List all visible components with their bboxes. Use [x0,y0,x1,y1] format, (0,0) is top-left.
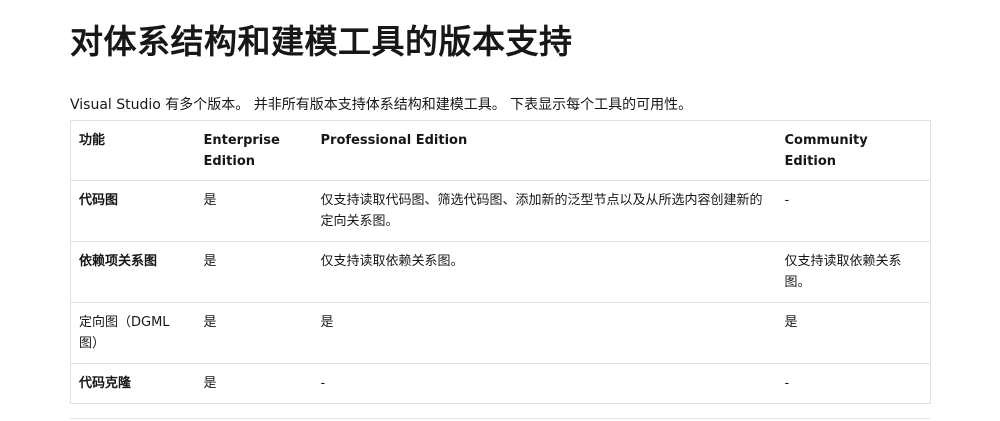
enterprise-cell: 是 [195,302,313,364]
section-divider [70,418,930,419]
feature-cell: 依赖项关系图 [70,241,196,303]
header-enterprise: Enterprise Edition [195,120,313,181]
header-professional: Professional Edition [312,120,777,181]
intro-paragraph: Visual Studio 有多个版本。 并非所有版本支持体系结构和建模工具。 … [70,97,693,113]
table-row: 依赖项关系图 是 仅支持读取依赖关系图。 仅支持读取依赖关系图。 [70,241,931,303]
community-cell: - [776,363,931,404]
professional-cell: 是 [312,302,777,364]
enterprise-cell: 是 [195,363,313,404]
edition-support-table: 功能 Enterprise Edition Professional Editi… [70,120,931,404]
community-cell: 仅支持读取依赖关系图。 [776,241,931,303]
enterprise-cell: 是 [195,241,313,303]
header-community: Community Edition [776,120,931,181]
professional-cell: 仅支持读取代码图、筛选代码图、添加新的泛型节点以及从所选内容创建新的定向关系图。 [312,180,777,242]
table-row: 定向图（DGML 图） 是 是 是 [70,302,931,364]
table-row: 代码克隆 是 - - [70,363,931,404]
professional-cell: 仅支持读取依赖关系图。 [312,241,777,303]
feature-cell: 代码图 [70,180,196,242]
table-row: 代码图 是 仅支持读取代码图、筛选代码图、添加新的泛型节点以及从所选内容创建新的… [70,180,931,242]
community-cell: - [776,180,931,242]
professional-cell: - [312,363,777,404]
feature-cell: 代码克隆 [70,363,196,404]
enterprise-cell: 是 [195,180,313,242]
community-cell: 是 [776,302,931,364]
feature-cell: 定向图（DGML 图） [70,302,196,364]
table-header-row: 功能 Enterprise Edition Professional Editi… [70,120,931,181]
page-title: 对体系结构和建模工具的版本支持 [70,22,573,61]
header-feature: 功能 [70,120,196,181]
